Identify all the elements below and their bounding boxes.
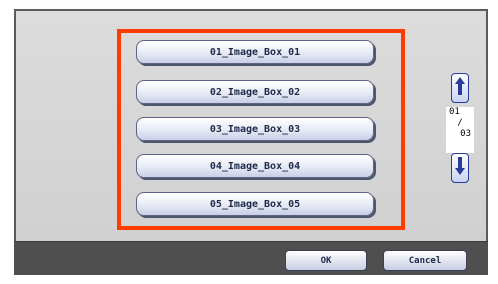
page-indicator: 01 / 03 [446,107,474,153]
scroll-down-button[interactable] [451,153,469,183]
selection-highlight-frame [117,29,405,230]
arrow-up-icon [454,76,466,100]
screen: 01_Image_Box_01 02_Image_Box_02 03_Image… [0,0,498,284]
page-total: 03 [460,129,471,139]
page-current: 01 [449,107,460,117]
scroll-up-button[interactable] [451,73,469,103]
cancel-button[interactable]: Cancel [383,250,467,271]
ok-button[interactable]: OK [285,250,367,271]
page-separator: / [457,118,463,128]
arrow-down-icon [454,156,466,180]
